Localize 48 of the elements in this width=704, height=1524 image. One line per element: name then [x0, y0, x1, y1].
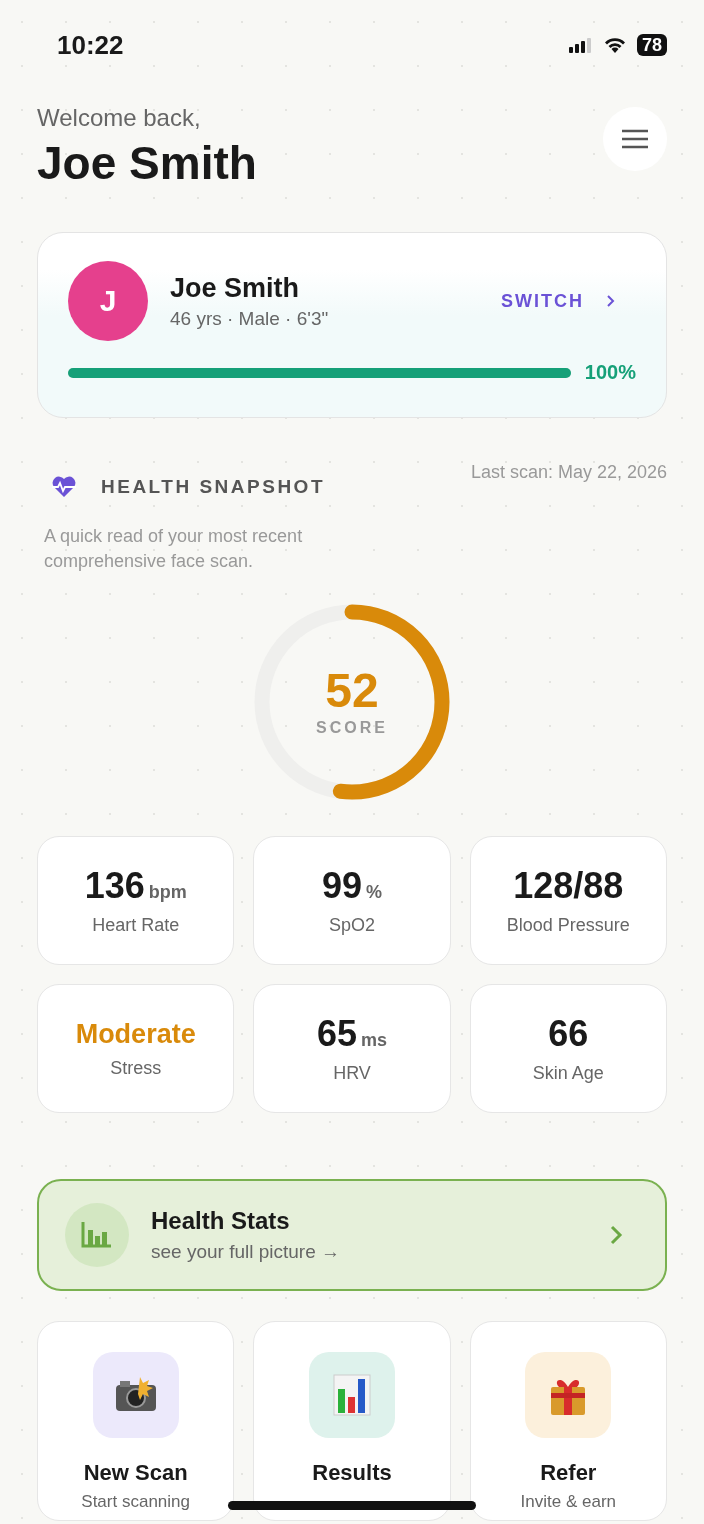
chevron-right-icon [606, 294, 616, 308]
chevron-right-icon [609, 1224, 623, 1246]
menu-icon [621, 129, 649, 149]
signal-icon [568, 37, 593, 53]
stat-label: Stress [110, 1057, 162, 1079]
stat-value: 136 [84, 865, 145, 907]
progress-percent: 100% [584, 361, 636, 384]
stat-unit: % [366, 882, 382, 903]
section-description: A quick read of your most recent comprehensive face scan. [44, 525, 304, 573]
section-title: HEALTH SNAPSHOT [101, 476, 325, 498]
stat-value: 99 [321, 865, 362, 907]
stat-label: HRV [333, 1063, 371, 1084]
stat-value: 128/88 [513, 865, 624, 907]
action-card[interactable]: Refer Invite & earn [469, 1321, 667, 1521]
health-stats-subtitle: see your full picture → [151, 1241, 342, 1263]
action-card[interactable]: New Scan Start scanning [37, 1321, 235, 1521]
action-title: Refer [540, 1460, 597, 1486]
wifi-icon [602, 36, 627, 54]
stat-label: Heart Rate [92, 915, 180, 936]
health-stats-title: Health Stats [151, 1207, 291, 1235]
status-time: 10:22 [57, 29, 124, 61]
action-subtitle: Start scanning [81, 1492, 190, 1512]
score-value: 52 [325, 667, 379, 715]
profile-name: Joe Smith [170, 272, 301, 304]
last-scan-date: Last scan: May 22, 2026 [470, 462, 667, 483]
battery-indicator: 78 [636, 34, 667, 56]
profile-details: 46 yrs · Male · 6'3" [170, 307, 330, 330]
action-card[interactable]: Results [253, 1321, 451, 1521]
stat-value: 66 [548, 1013, 589, 1055]
bar-chart-icon [81, 1222, 113, 1248]
score-label: SCORE [316, 719, 388, 737]
stat-label: Skin Age [532, 1063, 604, 1084]
stat-label: SpO2 [328, 915, 375, 936]
stat-value: Moderate [75, 1018, 196, 1050]
avatar: J [68, 261, 148, 341]
stat-unit: ms [361, 1030, 387, 1051]
heart-pulse-icon [51, 476, 77, 498]
greeting-text: Welcome back, [37, 104, 202, 132]
action-title: Results [312, 1460, 392, 1486]
stat-value: 65 [316, 1013, 357, 1055]
action-title: New Scan [83, 1460, 188, 1486]
health-stats-card[interactable]: Health Stats see your full picture → [37, 1179, 667, 1291]
bar-chart-icon [332, 1373, 372, 1417]
switch-button[interactable]: SWITCH [501, 290, 636, 312]
user-name: Joe Smith [37, 136, 257, 190]
stat-label: Blood Pressure [506, 915, 630, 936]
stat-unit: bpm [148, 882, 187, 903]
action-subtitle: Invite & earn [520, 1492, 617, 1512]
